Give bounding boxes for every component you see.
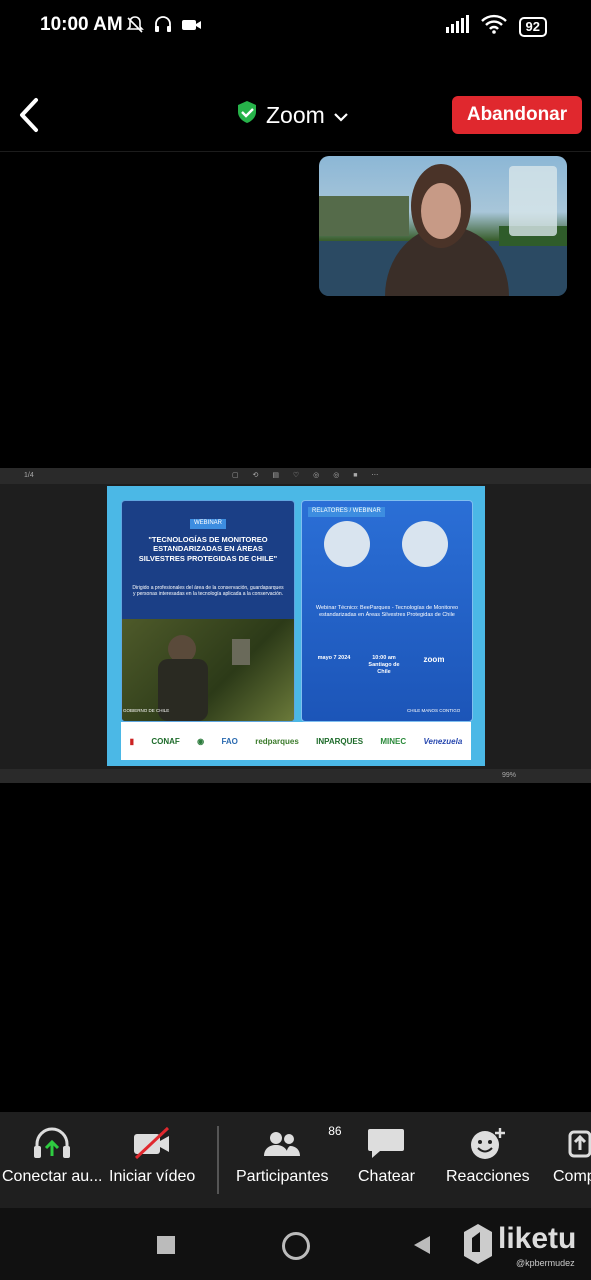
slide-footer-left: GOBIERNO DE CHILE [123, 708, 170, 713]
event-date: mayo 7 2024 [317, 655, 351, 661]
meeting-toolbar: Conectar au... Iniciar vídeo 86 Particip… [0, 1112, 591, 1208]
participants-button[interactable]: 86 Participantes [236, 1124, 342, 1186]
liketu-handle: @kpbermudez [516, 1258, 575, 1268]
slide-left-title: "TECNOLOGÍAS DE MONITOREO ESTANDARIZADAS… [138, 535, 278, 563]
signal-icon [445, 15, 469, 38]
meeting-title: Zoom [266, 101, 325, 128]
toolbar-separator [217, 1126, 219, 1194]
share-toolbar-top: 1/4 ▢ ⟲ ▤ ♡ ◎ ◎ ■ ⋯ [0, 468, 591, 484]
slide-left-badge: WEBINAR [190, 519, 227, 529]
zoom-level: 99% [502, 772, 517, 779]
slide-right-badge: RELATORES / WEBINAR [308, 507, 385, 517]
chat-button[interactable]: Chatear [358, 1124, 415, 1186]
share-button[interactable]: Comp [553, 1124, 591, 1186]
status-icons-left [125, 15, 203, 40]
slide-left-panel: WEBINAR "TECNOLOGÍAS DE MONITOREO ESTAND… [121, 500, 295, 722]
back-button[interactable] [14, 96, 44, 134]
meeting-title-dropdown[interactable]: Zoom [236, 100, 349, 130]
logo-venezuela: Venezuela [423, 736, 463, 746]
shield-check-icon [236, 100, 258, 130]
liketu-watermark: liketu @kpbermudez [462, 1222, 576, 1271]
chat-label: Chatear [358, 1168, 415, 1185]
headset-icon [153, 15, 173, 40]
reactions-button[interactable]: Reacciones [446, 1124, 530, 1186]
share-screen-icon [553, 1124, 591, 1162]
slide-photo [122, 619, 294, 721]
status-icons-right: 92 [445, 14, 547, 39]
logo-fao: FAO [221, 736, 238, 746]
share-tool-icons: ▢ ⟲ ▤ ♡ ◎ ◎ ■ ⋯ [232, 472, 385, 479]
chevron-down-icon [333, 102, 349, 129]
share-toolbar-bottom: 99% [0, 769, 591, 783]
logo-conaf: CONAF [151, 736, 180, 746]
event-platform: zoom [423, 655, 445, 664]
start-video-button[interactable]: Iniciar vídeo [109, 1124, 195, 1186]
liketu-brand: liketu [498, 1222, 577, 1255]
presentation-slide: WEBINAR "TECNOLOGÍAS DE MONITOREO ESTAND… [107, 486, 485, 766]
event-time: 10:00 am Santiago de Chile [368, 655, 400, 675]
participants-label: Participantes [236, 1168, 329, 1185]
smiley-plus-icon [468, 1124, 508, 1162]
headphones-upload-icon [32, 1124, 72, 1162]
connect-audio-button[interactable]: Conectar au... [2, 1124, 103, 1186]
recents-square-icon[interactable] [157, 1236, 175, 1254]
slide-right-panel: RELATORES / WEBINAR Webinar Técnico: Bee… [301, 500, 473, 722]
video-camera-icon [181, 17, 203, 38]
gob-chile-logo: ▮ [129, 736, 135, 746]
speaker-1-avatar [324, 521, 370, 567]
connect-audio-label: Conectar au... [2, 1168, 103, 1185]
status-bar: 10:00 AM 92 [0, 0, 591, 55]
speaker-2-avatar [402, 521, 448, 567]
home-circle-icon[interactable] [282, 1232, 310, 1260]
logo-redparques: redparques [255, 736, 299, 746]
video-frame [319, 164, 567, 296]
logo-minec: MINEC [380, 736, 407, 746]
header-divider [0, 151, 591, 152]
shared-screen[interactable]: 1/4 ▢ ⟲ ▤ ♡ ◎ ◎ ■ ⋯ WEBINAR "TECNOLOGÍAS… [0, 468, 591, 783]
leave-meeting-button[interactable]: Abandonar [452, 96, 582, 134]
liketu-logo-icon [462, 1222, 494, 1271]
logo-inparques: INPARQUES [316, 736, 364, 746]
status-time: 10:00 AM [40, 14, 123, 35]
battery-indicator: 92 [518, 16, 547, 37]
page-indicator: 1/4 [24, 472, 34, 479]
sponsor-logos: ▮ CONAF ◉ FAO redparques INPARQUES MINEC… [121, 722, 471, 760]
video-off-icon [132, 1124, 172, 1162]
self-video-thumbnail[interactable] [319, 156, 567, 296]
back-arrow-icon [20, 98, 38, 132]
share-label: Comp [553, 1168, 591, 1185]
slide-left-description: Dirigido a profesionales del área de la … [132, 585, 284, 598]
back-triangle-icon[interactable] [412, 1234, 432, 1261]
slide-footer-right: CHILE MANOS CONTIGO [407, 708, 461, 713]
park-logo: ◉ [197, 736, 205, 746]
start-video-label: Iniciar vídeo [109, 1168, 196, 1185]
reactions-label: Reacciones [446, 1168, 530, 1185]
chat-bubble-icon [366, 1124, 406, 1162]
participants-icon: 86 [262, 1124, 342, 1162]
wifi-icon [480, 14, 507, 39]
slide-right-title: Webinar Técnico: BeeParques - Tecnología… [315, 605, 459, 618]
participants-count: 86 [328, 1124, 342, 1138]
mute-notification-icon [125, 15, 145, 40]
